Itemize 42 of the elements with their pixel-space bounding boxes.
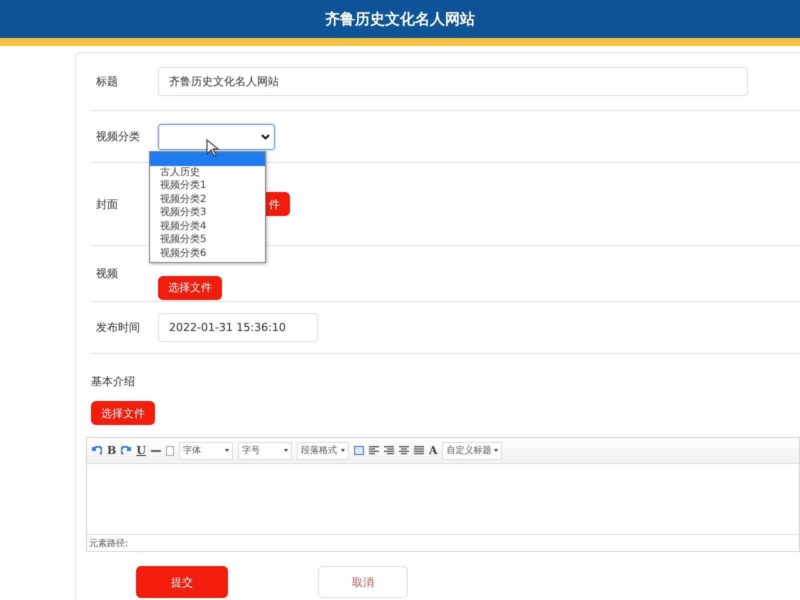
category-select[interactable] xyxy=(158,124,275,150)
toolbar-dropdown[interactable]: 段落格式 xyxy=(296,442,349,460)
caret-icon xyxy=(284,449,288,452)
field-label: 发布时间 xyxy=(96,320,141,335)
title-input[interactable]: 齐鲁历史文化名人网站 xyxy=(158,67,748,96)
toolbar-dropdown[interactable]: 自定义标题 xyxy=(442,442,502,460)
submit-button[interactable]: 提交 xyxy=(136,566,228,598)
format-tool[interactable]: A xyxy=(428,444,438,457)
field-label: 基本介绍 xyxy=(91,374,136,389)
dropdown-option[interactable]: 视频分类6 xyxy=(150,246,265,260)
toolbar-dropdown[interactable]: 字体 xyxy=(178,442,233,460)
caret-icon xyxy=(340,449,345,452)
cancel-button[interactable]: 取消 xyxy=(318,566,408,598)
dropdown-option[interactable]: 视频分类2 xyxy=(150,192,265,206)
caret-icon xyxy=(224,449,229,452)
element-path: 元素路径: xyxy=(89,538,128,550)
format-tool[interactable]: B xyxy=(107,444,116,457)
align-center-icon[interactable] xyxy=(398,446,409,455)
publish-time-input[interactable]: 2022-01-31 15:36:10 xyxy=(158,313,318,342)
field-label: 封面 xyxy=(96,196,119,212)
dropdown-option[interactable]: 视频分类4 xyxy=(150,220,265,233)
dropdown-option[interactable]: 古人历史 xyxy=(150,166,265,179)
field-label: 视频 xyxy=(96,266,119,281)
page-icon[interactable] xyxy=(166,446,174,456)
field-label: 视频分类 xyxy=(96,129,141,144)
caret-icon xyxy=(494,449,498,452)
dropdown-option[interactable]: 视频分类5 xyxy=(150,233,265,246)
align-left-icon[interactable] xyxy=(368,446,379,455)
chevron-down-icon xyxy=(261,134,270,140)
dropdown-option[interactable]: 视频分类3 xyxy=(150,206,265,220)
format-tool[interactable]: U xyxy=(136,444,146,457)
choose-file-button[interactable]: 选择文件 xyxy=(91,401,155,425)
dropdown-option[interactable]: 视频分类1 xyxy=(150,179,265,192)
redo-icon[interactable] xyxy=(121,446,132,456)
toolbar-dropdown[interactable]: 字号 xyxy=(238,442,292,460)
align-right-icon[interactable] xyxy=(384,446,394,455)
choose-file-button[interactable]: 选择文件 xyxy=(158,276,222,300)
field-label: 标题 xyxy=(96,74,119,89)
site-title: 齐鲁历史文化名人网站 xyxy=(325,10,475,28)
undo-icon[interactable] xyxy=(92,446,102,456)
justify-icon[interactable] xyxy=(414,446,424,455)
table-icon[interactable] xyxy=(354,446,364,455)
